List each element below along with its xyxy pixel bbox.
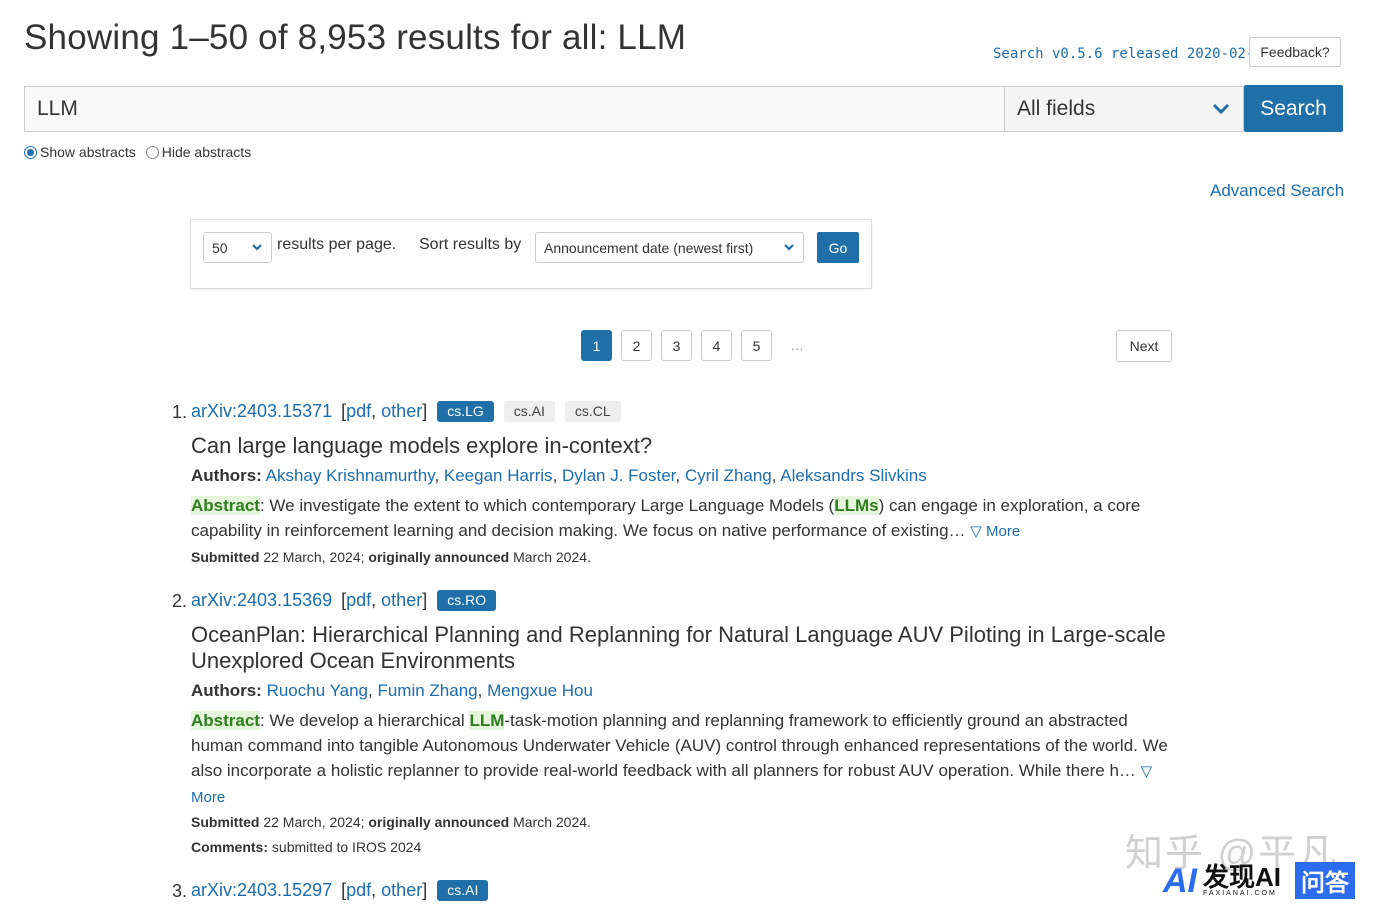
feedback-button[interactable]: Feedback? [1249,37,1341,67]
author-link[interactable]: Akshay Krishnamurthy [266,466,435,485]
result-number: 2. [172,591,188,611]
abstract-text: : We investigate the extent to which con… [259,496,835,515]
search-input[interactable]: LLM [24,86,1005,132]
radio-unchecked-icon [145,145,159,159]
result-dates: Submitted 22 March, 2024; originally ann… [191,814,591,830]
result-dates: Submitted 22 March, 2024; originally ann… [191,549,591,565]
search-input-value: LLM [37,97,78,120]
radio-checked-icon [24,145,37,159]
logo-name: 发现AI [1203,862,1282,892]
chevron-down-icon [252,244,262,251]
sort-select[interactable]: Announcement date (newest first) [535,232,804,263]
pagination-ellipsis: … [790,337,804,353]
show-abstracts-label: Show abstracts [40,144,136,160]
result-number: 1. [172,402,188,422]
format-links: [pdf, other] [341,590,428,610]
result-abstract: Abstract: We develop a hierarchical LLM-… [191,708,1181,810]
arxiv-id-link[interactable]: arXiv:2403.15371 [191,401,332,422]
submitted-date: 22 March, 2024; [263,814,365,830]
author-link[interactable]: Ruochu Yang [267,681,368,700]
author-link[interactable]: Dylan J. Foster [562,466,675,485]
search-button[interactable]: Search [1244,85,1343,132]
format-links: [pdf, other] [341,880,428,900]
announced-label: originally announced [368,549,510,565]
page-4-button[interactable]: 4 [701,330,732,361]
page-5-button[interactable]: 5 [741,330,772,361]
submitted-label: Submitted [191,549,260,565]
announced-label: originally announced [368,814,510,830]
result-title: Can large language models explore in-con… [191,433,653,458]
category-tag-primary: cs.AI [437,880,489,901]
abstract-label: Abstract [191,711,260,730]
pdf-link[interactable]: pdf [346,590,371,610]
result-title: OceanPlan: Hierarchical Planning and Rep… [191,622,1166,673]
format-links: [pdf, other] [341,401,428,421]
hide-abstracts-radio[interactable]: Hide abstracts [145,144,252,160]
page-2-button[interactable]: 2 [621,330,652,361]
hide-abstracts-label: Hide abstracts [161,144,252,160]
abstract-label: Abstract [191,496,260,515]
comments-text: submitted to IROS 2024 [271,839,422,855]
logo-badge: 问答 [1295,862,1356,899]
logo-text: 发现AI FAXIANAI.COM [1203,864,1281,897]
result-authors: Authors: Akshay Krishnamurthy, Keegan Ha… [191,466,927,485]
abstract-toggle: Show abstracts Hide abstracts [24,144,251,160]
other-link[interactable]: other [381,401,422,421]
field-select-value: All fields [1017,97,1096,120]
abstract-text: : We develop a hierarchical [259,711,470,730]
comments-label: Comments: [191,839,269,855]
other-link[interactable]: other [381,590,422,610]
show-abstracts-radio[interactable]: Show abstracts [24,144,136,160]
author-link[interactable]: Aleksandrs Slivkins [780,466,926,485]
category-tag-primary: cs.RO [437,590,497,611]
result-header: arXiv:2403.15371 [pdf, other] cs.LG cs.A… [191,401,621,422]
announced-date: March 2024. [513,549,591,565]
result-authors: Authors: Ruochu Yang, Fumin Zhang, Mengx… [191,681,593,700]
submitted-date: 22 March, 2024; [263,549,365,565]
chevron-down-icon [1212,103,1230,115]
result-number: 3. [172,881,188,901]
page-1-button[interactable]: 1 [581,330,612,361]
chevron-down-icon [784,244,794,251]
release-link[interactable]: Search v0.5.6 released 2020-02-24 [993,46,1271,62]
category-tag: cs.AI [503,401,555,422]
authors-label: Authors: [191,466,262,485]
author-link[interactable]: Fumin Zhang [377,681,477,700]
field-select[interactable]: All fields [1005,86,1244,132]
page-3-button[interactable]: 3 [661,330,692,361]
result-header: arXiv:2403.15297 [pdf, other] cs.AI [191,880,489,901]
site-logo: AI 发现AI FAXIANAI.COM 问答 [1163,861,1356,900]
logo-domain: FAXIANAI.COM [1203,890,1277,897]
pdf-link[interactable]: pdf [346,401,371,421]
authors-label: Authors: [191,681,262,700]
next-page-button[interactable]: Next [1116,330,1172,362]
page-title: Showing 1–50 of 8,953 results for all: L… [24,18,687,57]
result-header: arXiv:2403.15369 [pdf, other] cs.RO [191,590,497,611]
announced-date: March 2024. [513,814,591,830]
submitted-label: Submitted [191,814,260,830]
pdf-link[interactable]: pdf [346,880,371,900]
result-comments: Comments: submitted to IROS 2024 [191,839,421,855]
sort-label: Sort results by [419,236,522,253]
advanced-search-link[interactable]: Advanced Search [1210,181,1344,201]
result-abstract: Abstract: We investigate the extent to w… [191,493,1181,544]
logo-ai-mark: AI [1163,861,1197,900]
abstract-highlight: LLMs [834,496,879,515]
per-page-value: 50 [212,239,228,256]
other-link[interactable]: other [381,880,422,900]
go-button[interactable]: Go [817,232,859,263]
sort-value: Announcement date (newest first) [544,239,754,256]
arxiv-id-link[interactable]: arXiv:2403.15297 [191,880,332,901]
category-tag-primary: cs.LG [437,401,494,422]
per-page-label: results per page. [277,236,397,253]
author-link[interactable]: Mengxue Hou [487,681,593,700]
author-link[interactable]: Cyril Zhang [685,466,772,485]
category-tag: cs.CL [564,401,621,422]
author-link[interactable]: Keegan Harris [444,466,553,485]
per-page-select[interactable]: 50 [203,232,272,263]
arxiv-id-link[interactable]: arXiv:2403.15369 [191,590,332,611]
more-link[interactable]: ▽ More [970,523,1020,540]
abstract-highlight: LLM [469,711,505,730]
